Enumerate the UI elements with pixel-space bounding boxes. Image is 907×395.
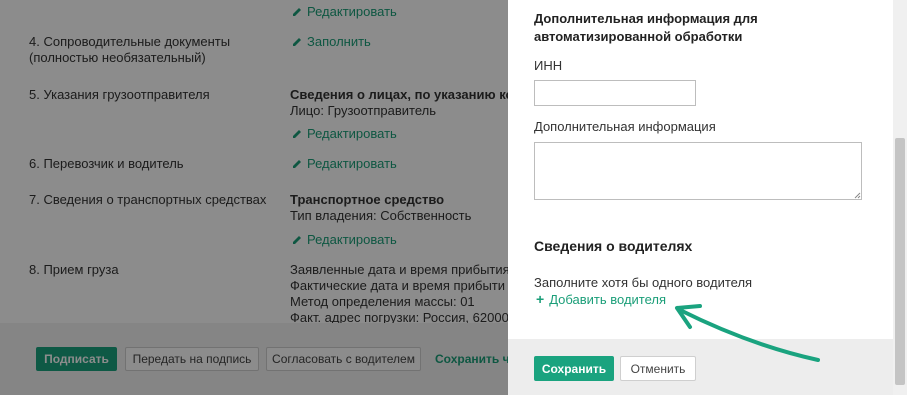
annotation-arrow-icon <box>675 304 820 362</box>
